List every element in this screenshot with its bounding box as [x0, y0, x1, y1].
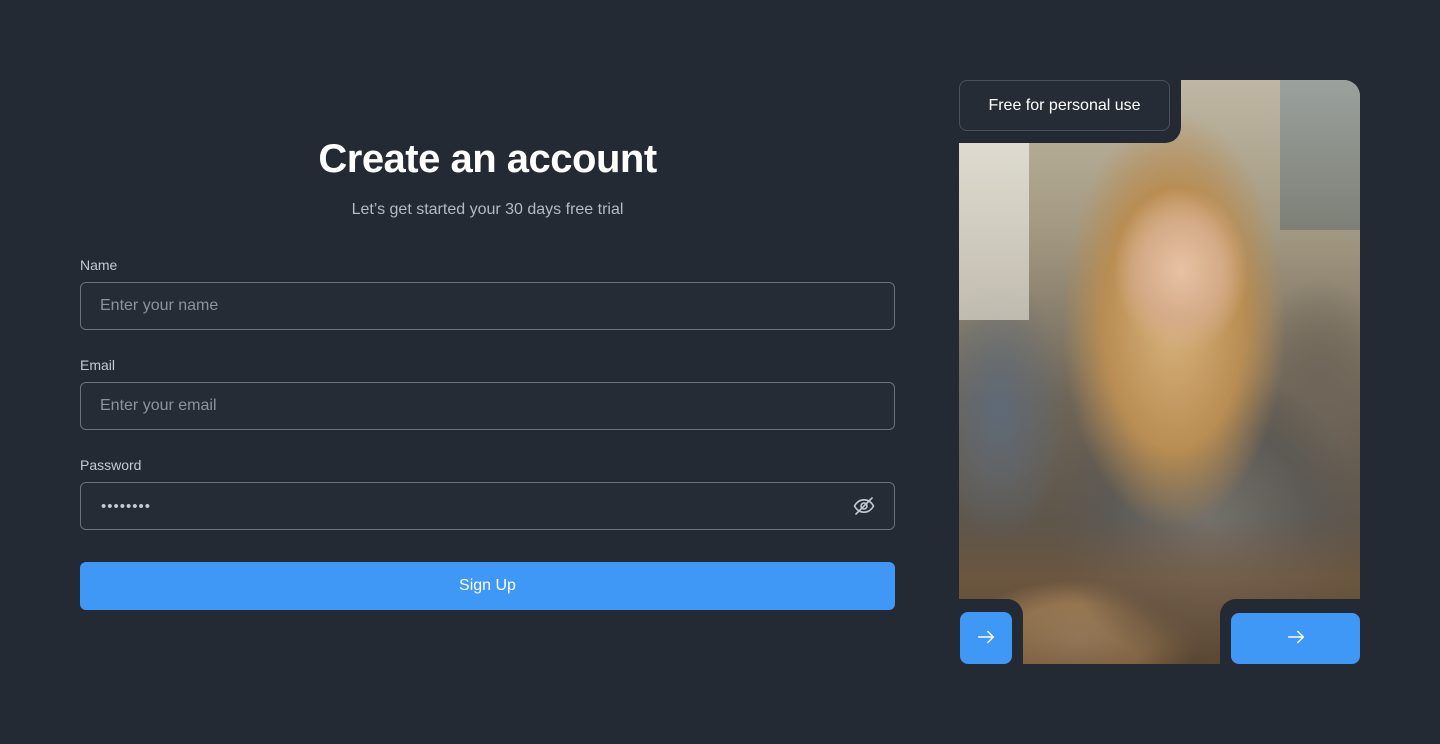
arrow-right-icon [975, 626, 997, 651]
email-label: Email [80, 357, 116, 373]
page-subtitle: Let’s get started your 30 days free tria… [351, 201, 624, 218]
name-field-box [80, 282, 895, 330]
password-value: •••••••• [101, 498, 152, 515]
eye-off-icon[interactable] [852, 494, 876, 518]
name-input[interactable] [81, 283, 840, 329]
email-input[interactable] [81, 383, 840, 429]
email-field-box [80, 382, 895, 430]
showcase-panel: Free for personal use [959, 80, 1360, 664]
badge-cutout: Free for personal use [959, 80, 1181, 143]
student-photo [959, 80, 1360, 664]
sign-up-button[interactable]: Sign Up [80, 562, 895, 610]
photo-board [1280, 80, 1360, 230]
page-title: Create an account [318, 137, 657, 181]
free-badge: Free for personal use [959, 80, 1170, 131]
password-label: Password [80, 457, 142, 473]
name-label: Name [80, 257, 118, 273]
next-slide-button[interactable] [1231, 613, 1360, 664]
prev-slide-button[interactable] [960, 612, 1012, 664]
arrow-right-icon [1285, 626, 1307, 651]
signup-form: Create an account Let’s get started your… [80, 0, 895, 744]
password-input[interactable]: •••••••• [80, 482, 895, 530]
photo-window [959, 140, 1029, 320]
signup-page: Create an account Let’s get started your… [0, 0, 1440, 744]
